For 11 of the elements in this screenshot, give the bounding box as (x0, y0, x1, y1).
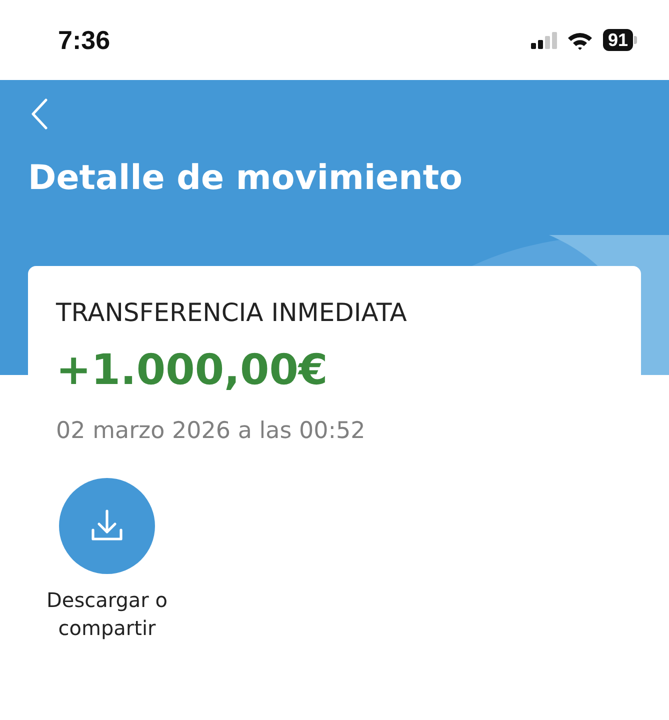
status-time: 7:36 (58, 24, 110, 56)
action-label[interactable]: Descargar o compartir (37, 586, 177, 642)
movement-date: 02 marzo 2026 a las 00:52 (56, 418, 366, 444)
battery-tip (634, 36, 637, 44)
back-icon[interactable] (30, 98, 48, 130)
signal-icon (530, 31, 557, 49)
movement-amount: +1.000,00€ (56, 345, 329, 394)
battery-level: 91 (602, 29, 633, 51)
wifi-icon (566, 30, 593, 50)
page-title: Detalle de movimiento (28, 158, 464, 198)
movement-type: TRANSFERENCIA INMEDIATA (56, 298, 408, 327)
